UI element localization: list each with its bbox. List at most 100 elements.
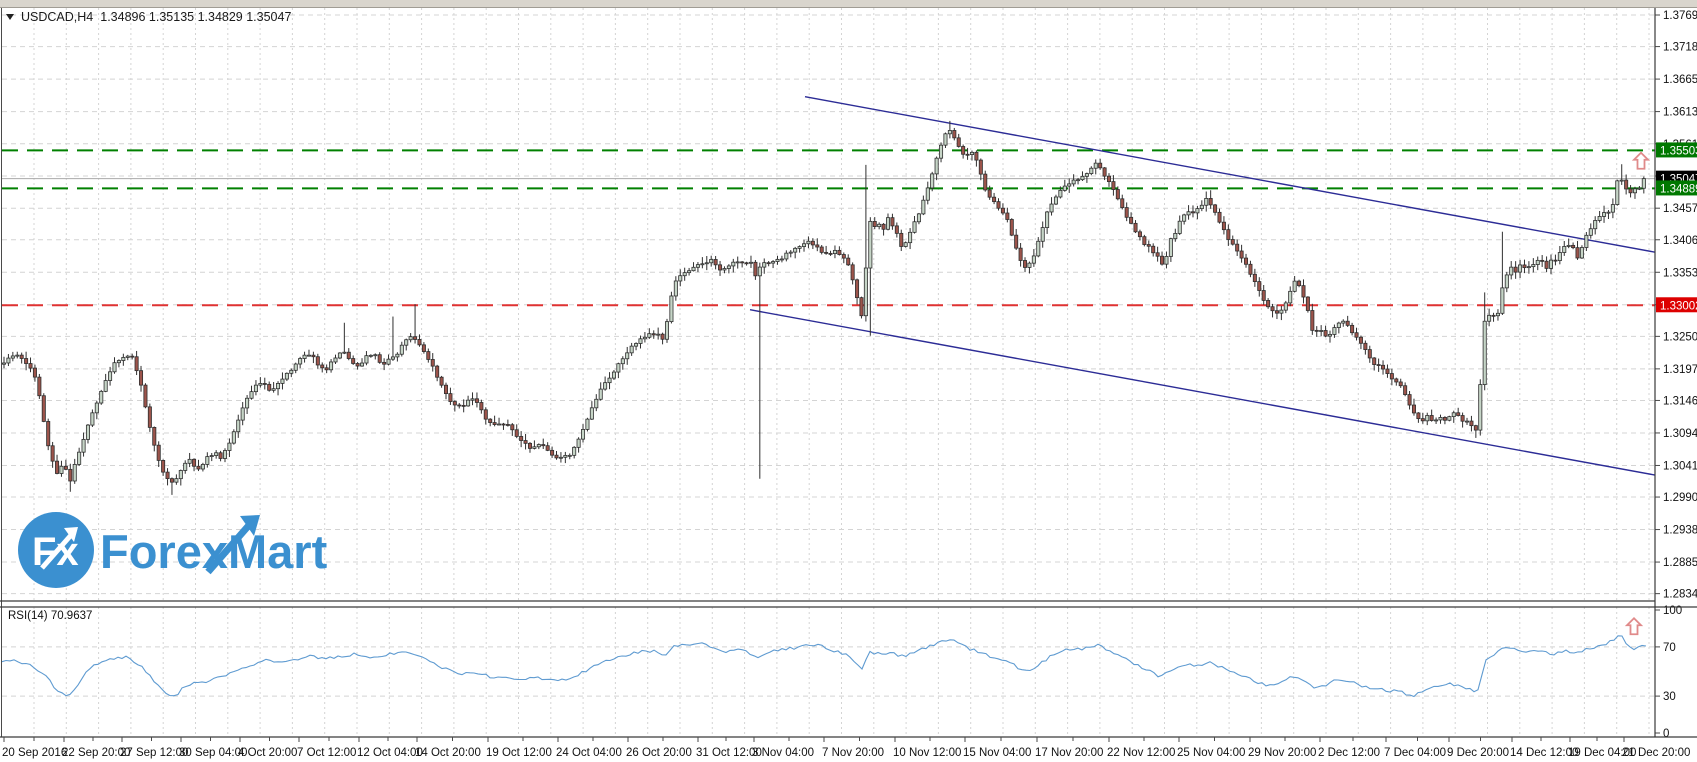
candle-bull (1438, 417, 1443, 421)
candle-bull (1173, 233, 1178, 240)
candle-bear (443, 384, 448, 394)
candle-bull (638, 338, 643, 344)
candle-bull (647, 333, 652, 338)
candle-bull (536, 444, 541, 448)
candle-bear (1213, 204, 1218, 213)
candle-bear (130, 355, 135, 358)
rsi-axis-label: 30 (1663, 691, 1676, 703)
candle-bear (894, 225, 899, 234)
candle-bear (1376, 364, 1381, 366)
candle-bull (1531, 264, 1536, 268)
candle-bull (81, 438, 86, 453)
candle-bear (550, 449, 555, 456)
candle-bull (863, 267, 868, 317)
candle-bull (1040, 227, 1045, 242)
candle-bull (620, 358, 625, 365)
candle-bear (1314, 329, 1319, 332)
time-axis-label: 15 Nov 04:00 (963, 747, 1031, 759)
candle-bull (903, 242, 908, 247)
candle-bull (236, 419, 241, 433)
candle-bull (585, 418, 590, 430)
candle-bear (1000, 207, 1005, 214)
candle-bull (1434, 419, 1439, 422)
candle-bear (50, 445, 55, 462)
time-axis-label: 3 Nov 04:00 (752, 747, 814, 759)
candle-bull (15, 354, 20, 357)
candle-bear (505, 424, 510, 426)
chart-canvas[interactable]: 1.376901.371801.366551.361301.356101.350… (0, 0, 1697, 762)
candle-bull (1045, 211, 1050, 228)
candle-bull (1027, 262, 1032, 268)
candle-bull (1526, 266, 1531, 269)
candle-bull (616, 363, 621, 373)
candle-bull (1451, 412, 1456, 418)
candle-bull (1332, 327, 1337, 335)
candle-bull (969, 151, 974, 155)
candle-bear (430, 359, 435, 367)
candle-bear (527, 442, 532, 449)
candle-bear (1142, 236, 1147, 245)
candle-bull (567, 454, 572, 457)
candle-bull (589, 407, 594, 420)
candle-bear (987, 189, 992, 198)
forexmart-logo: Fx ForexMart (18, 512, 328, 588)
candle-bear (1009, 219, 1014, 236)
price-axis-label: 1.37180 (1663, 42, 1697, 54)
price-axis-label: 1.32500 (1663, 331, 1697, 343)
candle-bear (965, 153, 970, 156)
price-axis-label: 1.36130 (1663, 107, 1697, 119)
candle-bear (351, 358, 356, 364)
candle-bull (72, 464, 77, 482)
candle-bear (55, 460, 60, 474)
candle-bull (793, 247, 798, 253)
candle-bear (881, 223, 886, 230)
candle-bear (377, 354, 382, 363)
candle-bear (1133, 222, 1138, 233)
candle-bull (603, 382, 608, 390)
candle-bear (267, 383, 272, 391)
candle-bull (1076, 179, 1081, 182)
candle-bull (1584, 234, 1589, 248)
candle-bear (435, 365, 440, 378)
candle-bull (704, 262, 709, 265)
price-badge-label: 1.33002 (1660, 300, 1697, 312)
candle-bull (532, 446, 537, 449)
price-axis-label: 1.34060 (1663, 235, 1697, 247)
candle-bull (116, 360, 121, 364)
candle-bull (775, 258, 780, 262)
price-axis-label: 1.31465 (1663, 395, 1697, 407)
candle-bull (77, 451, 82, 465)
candle-bull (245, 397, 250, 409)
price-axis-label: 1.28345 (1663, 589, 1697, 601)
candle-bull (598, 388, 603, 400)
candle-bull (1177, 220, 1182, 234)
candle-bull (943, 133, 948, 146)
time-axis-label: 19 Oct 12:00 (486, 747, 552, 759)
candle-bear (346, 351, 351, 359)
candle-bull (1195, 208, 1200, 214)
candle-bull (1053, 196, 1058, 205)
candle-bear (41, 395, 46, 422)
time-axis-label: 26 Oct 20:00 (626, 747, 692, 759)
candle-bear (439, 376, 444, 386)
candle-bull (329, 361, 334, 371)
candle-bear (152, 427, 157, 446)
symbol-dropdown-icon[interactable] (6, 14, 14, 20)
candle-bear (501, 423, 506, 426)
candle-bear (744, 262, 749, 265)
candle-bull (364, 355, 369, 364)
candle-bull (289, 369, 294, 374)
candle-bear (846, 257, 851, 266)
candle-bull (762, 262, 767, 268)
candle-bull (1067, 183, 1072, 187)
candle-bull (1504, 274, 1509, 289)
candle-bear (355, 363, 360, 367)
candle-bear (523, 440, 528, 444)
time-axis-label: 7 Nov 20:00 (822, 747, 884, 759)
candle-bear (850, 264, 855, 281)
candle-bear (457, 404, 462, 407)
candle-bull (231, 431, 236, 444)
time-axis-label: 4 Oct 20:00 (238, 747, 297, 759)
candle-bear (1469, 420, 1474, 427)
time-axis-label: 2 Dec 12:00 (1318, 747, 1380, 759)
